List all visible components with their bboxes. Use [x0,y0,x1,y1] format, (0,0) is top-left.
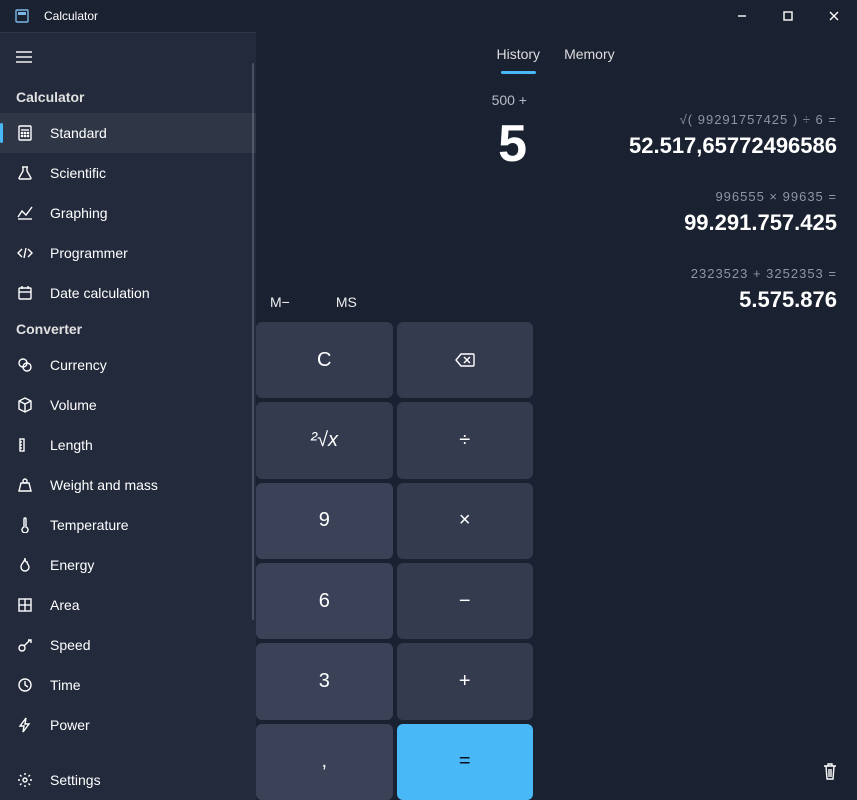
grid-icon [16,596,34,614]
section-converter: Converter [0,313,256,345]
maximize-button[interactable] [765,0,811,32]
nav-settings[interactable]: Settings [0,760,256,800]
nav-label: Temperature [50,517,129,533]
nav-programmer[interactable]: Programmer [0,233,256,273]
nav-label: Volume [50,397,97,413]
app-icon [14,8,30,24]
nav-graphing[interactable]: Graphing [0,193,256,233]
nav-energy[interactable]: Energy [0,545,256,585]
thermometer-icon [16,516,34,534]
nav-label: Graphing [50,205,108,221]
nav-label: Area [50,597,80,613]
gear-icon [16,771,34,789]
nav-scientific[interactable]: Scientific [0,153,256,193]
nav-label: Weight and mass [50,477,158,493]
nav-label: Currency [50,357,107,373]
key-sqrt[interactable]: ²√x [256,402,393,478]
tab-history[interactable]: History [497,46,541,70]
minimize-button[interactable] [719,0,765,32]
flame-icon [16,556,34,574]
window-title: Calculator [44,9,98,23]
flask-icon [16,164,34,182]
key-9[interactable]: 9 [256,483,393,559]
nav-date-calculation[interactable]: Date calculation [0,273,256,313]
nav-temperature[interactable]: Temperature [0,505,256,545]
display-value: 5 [257,114,527,174]
nav-currency[interactable]: Currency [0,345,256,385]
nav-label: Scientific [50,165,106,181]
memory-subtract-button[interactable]: M− [270,294,290,310]
key-clear[interactable]: C [256,322,393,398]
nav-label: Time [50,677,81,693]
key-add[interactable]: + [397,643,534,719]
nav-label: Standard [50,125,107,141]
nav-weight[interactable]: Weight and mass [0,465,256,505]
currency-icon [16,356,34,374]
weight-icon [16,476,34,494]
graph-icon [16,204,34,222]
history-expression: 2323523 + 3252353 = [557,266,837,281]
key-comma[interactable]: , [256,724,393,800]
key-backspace[interactable] [397,322,534,398]
history-entry[interactable]: 996555 × 99635 = 99.291.757.425 [557,189,837,236]
nav-label: Programmer [50,245,128,261]
calendar-icon [16,284,34,302]
nav-label: Length [50,437,93,453]
history-panel: √( 99291757425 ) ÷ 6 = 52.517,6577249658… [557,112,837,343]
main-area: History Memory 500 + 5 M− MS C ²√x ÷ 9 ×… [256,32,857,800]
nav-time[interactable]: Time [0,665,256,705]
history-entry[interactable]: √( 99291757425 ) ÷ 6 = 52.517,6577249658… [557,112,837,159]
keypad: C ²√x ÷ 9 × 6 − 3 + , = [256,322,537,800]
display: 500 + 5 [257,92,527,174]
nav-label: Power [50,717,90,733]
key-equals[interactable]: = [397,724,534,800]
nav-label: Energy [50,557,94,573]
bolt-icon [16,716,34,734]
clear-history-button[interactable] [821,761,839,786]
nav-volume[interactable]: Volume [0,385,256,425]
section-calculator: Calculator [0,81,256,113]
history-result: 52.517,65772496586 [557,133,837,159]
history-expression: √( 99291757425 ) ÷ 6 = [557,112,837,127]
nav-length[interactable]: Length [0,425,256,465]
expression-text: 500 + [257,92,527,108]
nav-label: Date calculation [50,285,150,301]
nav-area[interactable]: Area [0,585,256,625]
history-result: 99.291.757.425 [557,210,837,236]
clock-icon [16,676,34,694]
backspace-icon [454,352,476,368]
nav-speed[interactable]: Speed [0,625,256,665]
speed-icon [16,636,34,654]
tab-memory[interactable]: Memory [564,46,615,70]
key-subtract[interactable]: − [397,563,534,639]
ruler-icon [16,436,34,454]
key-divide[interactable]: ÷ [397,402,534,478]
nav-label: Settings [50,772,101,788]
history-result: 5.575.876 [557,287,837,313]
cube-icon [16,396,34,414]
titlebar: Calculator [0,0,857,32]
close-button[interactable] [811,0,857,32]
nav-standard[interactable]: Standard [0,113,256,153]
code-icon [16,244,34,262]
nav-power[interactable]: Power [0,705,256,745]
memory-store-button[interactable]: MS [336,294,357,310]
history-expression: 996555 × 99635 = [557,189,837,204]
calculator-icon [16,124,34,142]
nav-label: Speed [50,637,90,653]
history-entry[interactable]: 2323523 + 3252353 = 5.575.876 [557,266,837,313]
key-6[interactable]: 6 [256,563,393,639]
key-3[interactable]: 3 [256,643,393,719]
sidebar: Calculator Standard Scientific Graphing … [0,32,256,800]
key-multiply[interactable]: × [397,483,534,559]
hamburger-button[interactable] [0,33,48,81]
